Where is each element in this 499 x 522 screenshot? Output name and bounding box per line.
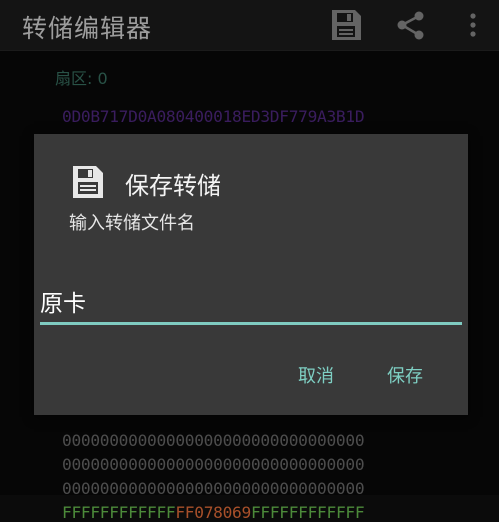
save-button[interactable]: 保存 [387, 362, 423, 388]
hex-row-trailer[interactable]: FFFFFFFFFFFFFF078069FFFFFFFFFFFF [62, 503, 365, 522]
save-icon [70, 162, 106, 202]
save-dump-dialog: 保存转储 输入转储文件名 原卡 取消 保存 [34, 134, 468, 415]
cancel-button[interactable]: 取消 [298, 362, 334, 388]
key-a: FFFFFFFFFFFF [62, 503, 176, 522]
input-underline [40, 322, 462, 325]
filename-input[interactable]: 原卡 [40, 284, 460, 324]
key-b: FFFFFFFFFFFF [250, 503, 365, 522]
dialog-title: 保存转储 [125, 172, 221, 200]
access-bits: FF078069 [175, 503, 251, 522]
dialog-message: 输入转储文件名 [69, 213, 195, 234]
